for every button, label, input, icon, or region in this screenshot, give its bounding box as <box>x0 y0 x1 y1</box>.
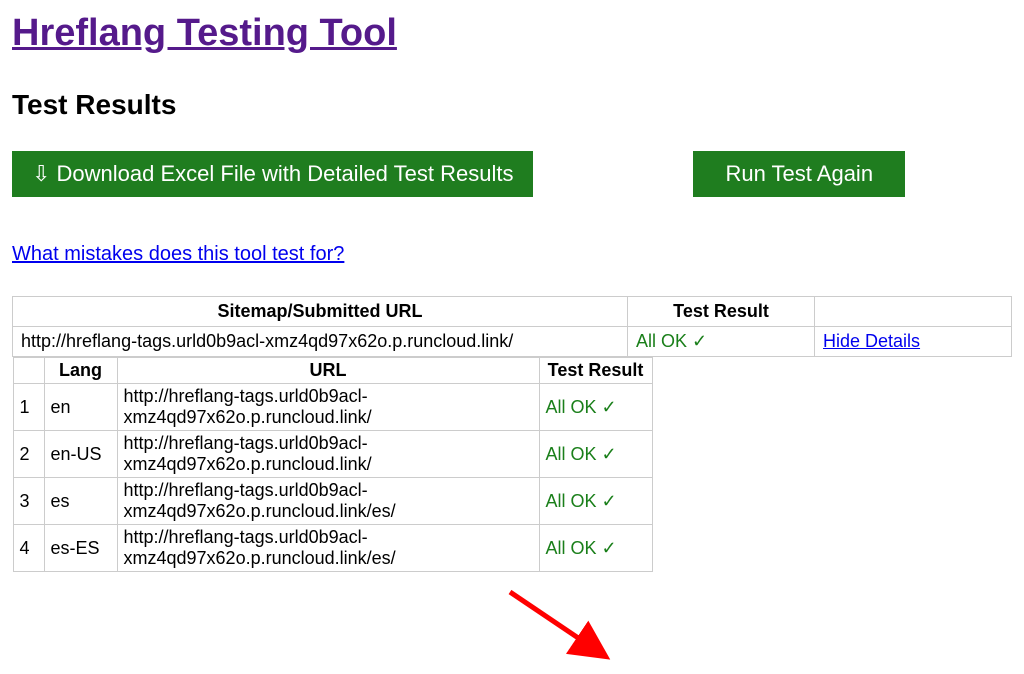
results-table: Sitemap/Submitted URL Test Result http:/… <box>12 296 1012 572</box>
row-url: http://hreflang-tags.urld0b9acl-xmz4qd97… <box>117 478 539 525</box>
row-num: 4 <box>13 525 44 572</box>
row-url: http://hreflang-tags.urld0b9acl-xmz4qd97… <box>117 525 539 572</box>
row-num: 3 <box>13 478 44 525</box>
row-lang: es-ES <box>44 525 117 572</box>
main-result-cell: All OK ✓ <box>628 327 815 357</box>
col-url-header: URL <box>117 358 539 384</box>
table-row: 1 en http://hreflang-tags.urld0b9acl-xmz… <box>13 384 652 431</box>
row-num: 1 <box>13 384 44 431</box>
col-test-result-header: Test Result <box>628 297 815 327</box>
row-url: http://hreflang-tags.urld0b9acl-xmz4qd97… <box>117 431 539 478</box>
row-lang: en-US <box>44 431 117 478</box>
mistakes-link[interactable]: What mistakes does this tool test for? <box>12 243 344 266</box>
hide-details-link[interactable]: Hide Details <box>823 331 920 351</box>
row-url: http://hreflang-tags.urld0b9acl-xmz4qd97… <box>117 384 539 431</box>
row-result: All OK ✓ <box>539 525 652 572</box>
main-url-cell: http://hreflang-tags.urld0b9acl-xmz4qd97… <box>13 327 628 357</box>
table-row: 4 es-ES http://hreflang-tags.urld0b9acl-… <box>13 525 652 572</box>
row-lang: en <box>44 384 117 431</box>
row-result: All OK ✓ <box>539 384 652 431</box>
row-lang: es <box>44 478 117 525</box>
row-result: All OK ✓ <box>539 478 652 525</box>
col-num-header <box>13 358 44 384</box>
page-title-link[interactable]: Hreflang Testing Tool <box>12 12 397 54</box>
table-row: http://hreflang-tags.urld0b9acl-xmz4qd97… <box>13 327 1012 357</box>
results-heading: Test Results <box>12 89 1012 121</box>
run-test-again-button[interactable]: Run Test Again <box>693 151 905 197</box>
details-table: Lang URL Test Result 1 en http://hreflan… <box>13 357 653 572</box>
table-row: 3 es http://hreflang-tags.urld0b9acl-xmz… <box>13 478 652 525</box>
download-excel-button[interactable]: ⇩ Download Excel File with Detailed Test… <box>12 151 533 197</box>
table-row: 2 en-US http://hreflang-tags.urld0b9acl-… <box>13 431 652 478</box>
col-actions-header <box>815 297 1012 327</box>
col-sitemap-header: Sitemap/Submitted URL <box>13 297 628 327</box>
page-title: Hreflang Testing Tool <box>12 12 1012 55</box>
row-num: 2 <box>13 431 44 478</box>
annotation-arrow-icon <box>502 584 622 674</box>
col-lang-header: Lang <box>44 358 117 384</box>
row-result: All OK ✓ <box>539 431 652 478</box>
col-detail-result-header: Test Result <box>539 358 652 384</box>
